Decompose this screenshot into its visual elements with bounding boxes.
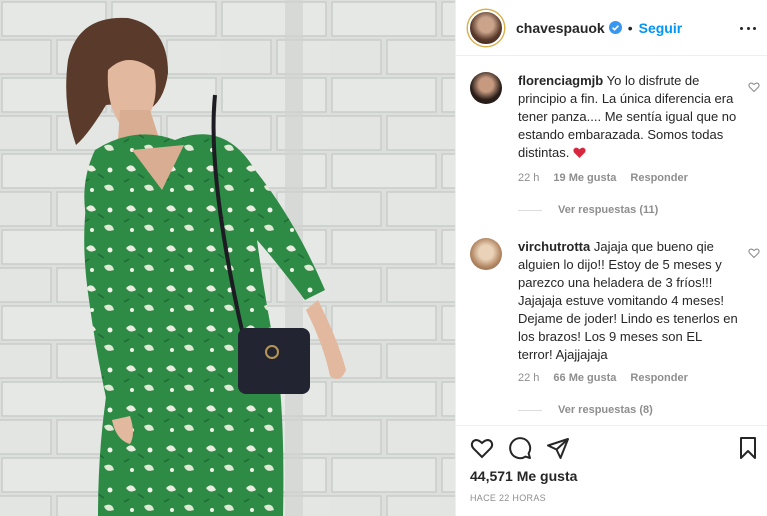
- comment-meta: 22 h 66 Me gusta Responder: [518, 372, 688, 384]
- post-timestamp: HACE 22 HORAS: [470, 493, 546, 503]
- comment-text: Jajaja que bueno qie alguien lo dijo!! E…: [518, 239, 738, 362]
- view-replies-label: Ver respuestas (11): [558, 204, 659, 216]
- commenter-username[interactable]: virchutrotta: [518, 239, 590, 254]
- replies-divider: [518, 409, 542, 411]
- comment-likes[interactable]: 66 Me gusta: [553, 372, 616, 384]
- share-icon[interactable]: [546, 436, 570, 460]
- comment-text-block: florenciagmjb Yo lo disfrute de principi…: [518, 72, 740, 164]
- header-separator: •: [627, 19, 633, 36]
- comment-like-icon[interactable]: [748, 80, 760, 93]
- author-username[interactable]: chavespauok: [516, 20, 605, 36]
- comment-like-icon[interactable]: [748, 246, 760, 259]
- comment-icon[interactable]: [508, 436, 532, 460]
- comment-item: virchutrotta Jajaja que bueno qie alguie…: [470, 238, 760, 423]
- post-actions: 44,571 Me gusta HACE 22 HORAS: [456, 425, 767, 516]
- commenter-username[interactable]: florenciagmjb: [518, 73, 603, 88]
- follow-button[interactable]: Seguir: [639, 20, 683, 36]
- comment-meta: 22 h 19 Me gusta Responder: [518, 172, 688, 184]
- comment-age: 22 h: [518, 172, 540, 184]
- view-replies-button[interactable]: Ver respuestas (11): [518, 204, 658, 216]
- view-replies-label: Ver respuestas (8): [558, 404, 653, 416]
- comment-age: 22 h: [518, 372, 540, 384]
- post-panel: chavespauok • Seguir florenciagmjb Yo lo…: [455, 0, 767, 516]
- replies-divider: [518, 209, 542, 211]
- comment-item: florenciagmjb Yo lo disfrute de principi…: [470, 72, 760, 222]
- comment-likes[interactable]: 19 Me gusta: [553, 172, 616, 184]
- red-heart-emoji: [573, 146, 586, 164]
- comment-text-block: virchutrotta Jajaja que bueno qie alguie…: [518, 238, 740, 364]
- reply-button[interactable]: Responder: [630, 372, 687, 384]
- post-photo[interactable]: [0, 0, 455, 516]
- post-header: chavespauok • Seguir: [456, 0, 767, 56]
- commenter-avatar[interactable]: [470, 72, 502, 104]
- author-avatar[interactable]: [468, 9, 504, 46]
- heart-icon[interactable]: [470, 436, 494, 460]
- bookmark-icon[interactable]: [736, 436, 760, 460]
- reply-button[interactable]: Responder: [630, 172, 687, 184]
- view-replies-button[interactable]: Ver respuestas (8): [518, 404, 653, 416]
- verified-badge-icon: [608, 21, 622, 34]
- likes-count[interactable]: 44,571 Me gusta: [470, 468, 577, 484]
- more-options-icon[interactable]: [740, 20, 756, 36]
- commenter-avatar[interactable]: [470, 238, 502, 270]
- post-image: [0, 0, 455, 516]
